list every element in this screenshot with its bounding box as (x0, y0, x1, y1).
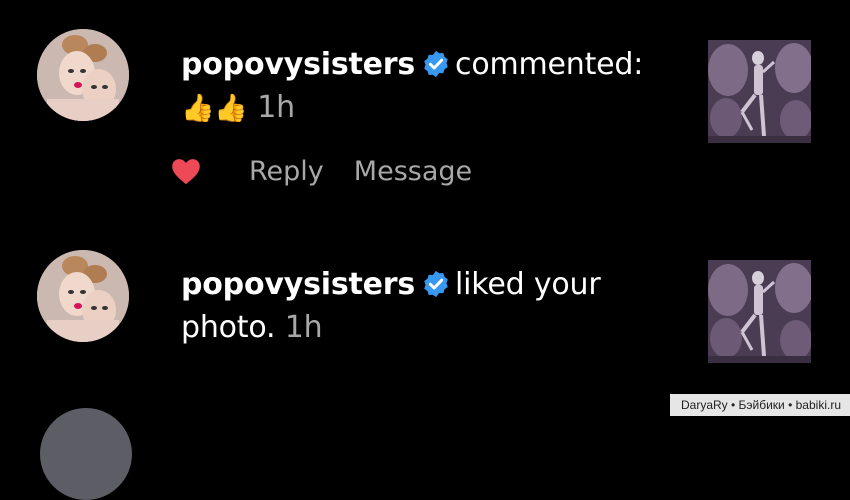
avatar-image (37, 29, 129, 121)
next-notification-avatar[interactable] (40, 408, 132, 500)
verified-badge-icon (424, 50, 448, 78)
verified-badge-icon (424, 270, 448, 298)
timestamp: 1h (284, 310, 323, 345)
username[interactable]: popovysisters (181, 267, 415, 302)
post-thumbnail-image (708, 40, 811, 143)
avatar-image (37, 250, 129, 342)
post-thumbnail[interactable] (708, 260, 811, 363)
watermark: DaryaRy • Бэйбики • babiki.ru (669, 394, 850, 416)
timestamp: 1h (257, 90, 295, 125)
notification-text: popovysisters liked your photo. 1h (181, 263, 621, 349)
avatar[interactable] (37, 250, 129, 342)
avatar[interactable] (37, 29, 129, 121)
post-thumbnail-image (708, 260, 811, 363)
notification-text: popovysisters commented: 👍👍 1h (181, 43, 681, 130)
username[interactable]: popovysisters (181, 47, 415, 82)
action-text: commented: (455, 47, 644, 82)
reply-button[interactable]: Reply (249, 156, 324, 187)
notification-comment[interactable]: popovysisters commented: 👍👍 1h Reply Mess… (0, 0, 850, 230)
message-button[interactable]: Message (354, 156, 472, 187)
heart-icon[interactable] (171, 157, 201, 185)
comment-text: 👍👍 (181, 93, 248, 124)
comment-actions: Reply Message (171, 149, 502, 193)
post-thumbnail[interactable] (708, 40, 811, 143)
notification-like[interactable]: popovysisters liked your photo. 1h (0, 230, 850, 408)
